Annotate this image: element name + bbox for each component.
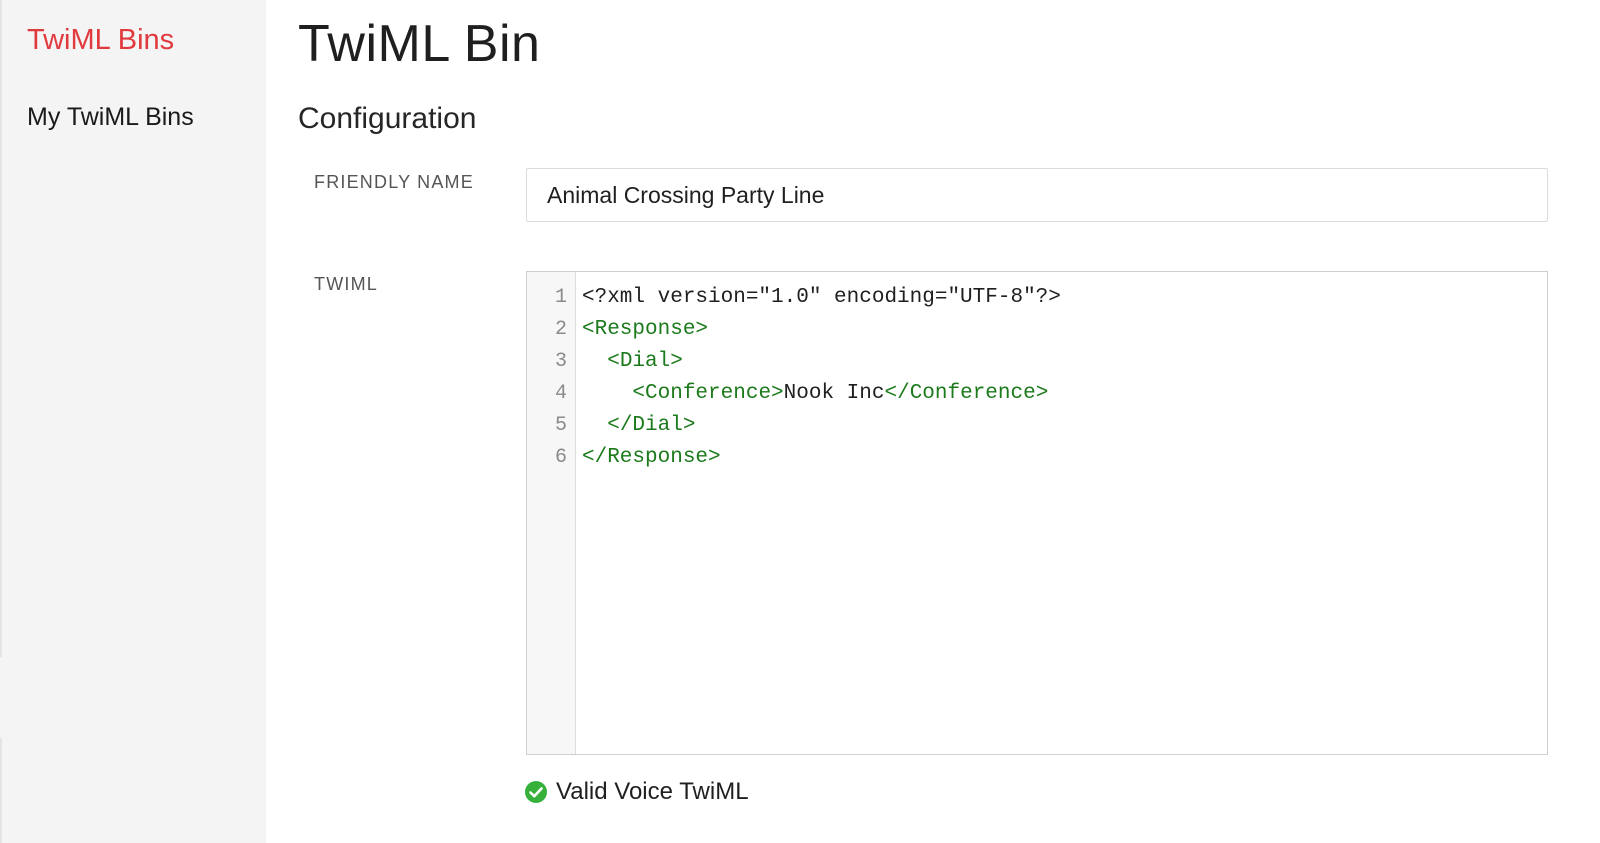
code-line: </Dial> <box>582 410 695 442</box>
validation-text: Valid Voice TwiML <box>556 778 749 805</box>
xml-tag: </Conference> <box>884 382 1049 405</box>
xml-tag: </Response> <box>582 446 721 469</box>
xml-declaration: <?xml version="1.0" encoding="UTF-8"?> <box>582 286 1061 309</box>
line-number: 4 <box>554 382 567 405</box>
xml-tag: </Dial> <box>607 414 696 437</box>
sidebar-edge <box>0 738 2 843</box>
xml-tag: <Response> <box>582 318 709 341</box>
code-line: <Dial> <box>582 346 683 378</box>
validation-status: Valid Voice TwiML <box>524 778 749 806</box>
sidebar: TwiML Bins My TwiML Bins <box>0 0 266 843</box>
page-title: TwiML Bin <box>298 15 541 73</box>
check-circle-icon <box>524 780 548 804</box>
sidebar-title-twiml-bins[interactable]: TwiML Bins <box>27 24 174 57</box>
sidebar-item-my-twiml-bins[interactable]: My TwiML Bins <box>27 103 194 132</box>
code-line: <Conference>Nook Inc</Conference> <box>582 378 1048 410</box>
xml-tag: <Dial> <box>607 350 683 373</box>
twiml-code-editor[interactable]: 1 2 3 4 5 6 <?xml version="1.0" encoding… <box>526 271 1548 755</box>
section-title-configuration: Configuration <box>298 102 477 135</box>
line-number: 3 <box>554 350 567 373</box>
xml-tag: <Conference> <box>632 382 784 405</box>
friendly-name-label: FRIENDLY NAME <box>314 172 474 192</box>
sidebar-edge <box>0 0 2 657</box>
line-number: 1 <box>554 286 567 309</box>
code-line: <Response> <box>582 314 708 346</box>
friendly-name-input[interactable] <box>526 168 1548 222</box>
xml-text-content: Nook Inc <box>783 382 885 405</box>
line-number: 2 <box>554 318 567 341</box>
code-line: <?xml version="1.0" encoding="UTF-8"?> <box>582 282 1061 314</box>
main-content: TwiML Bin Configuration FRIENDLY NAME TW… <box>266 0 1600 843</box>
code-line: </Response> <box>582 442 721 474</box>
twiml-label: TWIML <box>314 274 378 294</box>
line-number: 5 <box>554 414 567 437</box>
line-number: 6 <box>554 446 567 469</box>
twiml-bin-page: TwiML Bins My TwiML Bins TwiML Bin Confi… <box>0 0 1600 843</box>
line-number-gutter: 1 2 3 4 5 6 <box>527 272 576 754</box>
